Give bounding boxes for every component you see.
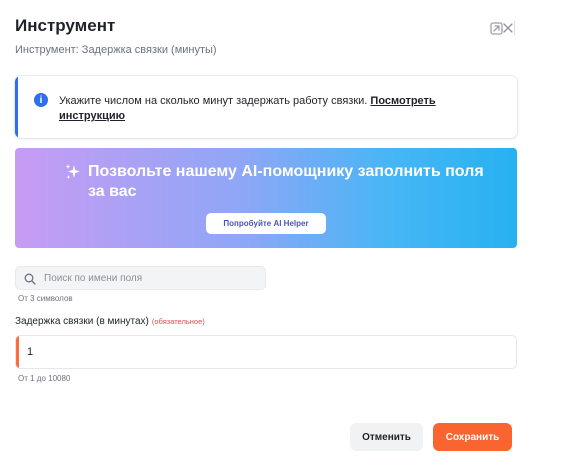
info-card: i Укажите числом на сколько минут задерж… [15,76,517,138]
delay-field-accent [16,336,19,368]
search-hint: От 3 символов [18,294,73,303]
info-accent-bar [15,76,18,138]
ai-banner-heading: Позвольте нашему AI-помощнику заполнить … [88,163,484,200]
delay-field-label: Задержка связки (в минутах) (обязательное… [15,316,205,327]
required-marker: (обязательное) [151,317,205,326]
save-button[interactable]: Сохранить [433,423,512,451]
cancel-button[interactable]: Отменить [350,423,423,451]
info-icon: i [34,93,48,107]
info-text: Укажите числом на сколько минут задержат… [59,94,479,124]
sparkle-icon [65,164,80,179]
close-icon[interactable] [500,20,516,36]
info-message: Укажите числом на сколько минут задержат… [59,95,371,107]
delay-field-hint: От 1 до 10080 [18,374,71,383]
search-input[interactable] [44,267,259,289]
page-title: Инструмент [15,16,116,35]
ai-helper-banner: Позвольте нашему AI-помощнику заполнить … [15,148,517,248]
field-search-box [15,266,266,290]
page-subtitle: Инструмент: Задержка связки (минуты) [15,44,217,56]
search-icon [24,273,36,285]
delay-field-label-text: Задержка связки (в минутах) [15,316,149,327]
try-ai-helper-button[interactable]: Попробуйте AI Helper [206,213,326,234]
delay-field [15,335,517,369]
delay-minutes-input[interactable] [27,336,507,368]
